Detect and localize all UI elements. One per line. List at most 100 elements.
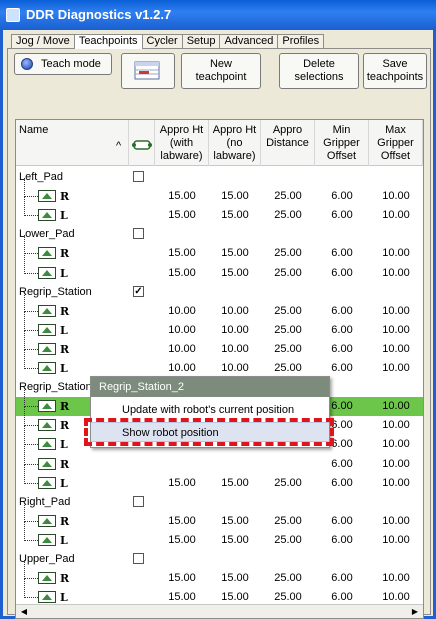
table-row[interactable]: R15.0015.0025.006.0010.00 bbox=[16, 502, 423, 531]
table-cell[interactable]: 10.00 bbox=[369, 302, 423, 321]
table-cell[interactable] bbox=[155, 455, 209, 474]
table-cell[interactable]: 10.00 bbox=[369, 569, 423, 588]
table-row[interactable]: L 15.00 15.00 25.00 6.00 10.00 bbox=[16, 464, 423, 493]
tab-advanced[interactable]: Advanced bbox=[219, 34, 279, 48]
table-row[interactable]: R 10.00 10.00 25.00 6.00 10.00 bbox=[16, 292, 423, 321]
group-row[interactable]: Left_Pad bbox=[16, 168, 423, 187]
table-row[interactable]: L 15.00 15.00 25.00 6.00 10.00 bbox=[16, 579, 423, 607]
table-row[interactable]: R15.0015.0025.006.0010.00 bbox=[16, 235, 423, 263]
tab-setup[interactable]: Setup bbox=[181, 34, 221, 48]
column-header-1[interactable] bbox=[129, 120, 155, 166]
group-row[interactable]: Right_Pad bbox=[16, 493, 423, 512]
table-view-button[interactable] bbox=[121, 53, 175, 89]
table-cell[interactable]: 15.00 bbox=[209, 531, 261, 550]
table-cell[interactable]: 6.00 bbox=[315, 588, 369, 607]
column-header-0[interactable]: Name ^ bbox=[16, 120, 129, 166]
table-cell[interactable]: 25.00 bbox=[261, 474, 315, 493]
group-row[interactable]: Lower_Pad bbox=[16, 225, 423, 244]
save-teachpoints-button[interactable]: Save teachpoints bbox=[363, 53, 427, 89]
table-cell[interactable]: 10.00 bbox=[369, 474, 423, 493]
table-cell[interactable]: 6.00 bbox=[315, 340, 369, 359]
table-row[interactable]: R15.0015.0025.006.0010.00 bbox=[16, 560, 423, 588]
table-cell[interactable] bbox=[261, 455, 315, 474]
table-cell[interactable]: 10.00 bbox=[369, 359, 423, 378]
group-row[interactable]: Upper_Pad bbox=[16, 550, 423, 569]
table-cell[interactable]: 15.00 bbox=[209, 244, 261, 263]
table-cell[interactable]: 10.00 bbox=[369, 416, 423, 435]
table-cell[interactable]: 15.00 bbox=[155, 187, 209, 206]
table-cell[interactable]: 10.00 bbox=[369, 435, 423, 454]
table-cell[interactable]: 6.00 bbox=[315, 187, 369, 206]
column-header-4[interactable]: Appro Distance bbox=[261, 120, 315, 166]
arrow-right-icon[interactable]: ▶ bbox=[409, 606, 421, 618]
table-cell[interactable]: 15.00 bbox=[209, 512, 261, 531]
teach-mode-button[interactable]: Teach mode bbox=[14, 53, 112, 75]
table-cell[interactable]: 10.00 bbox=[155, 302, 209, 321]
table-cell[interactable]: 25.00 bbox=[261, 340, 315, 359]
table-cell[interactable]: 10.00 bbox=[369, 321, 423, 340]
table-row[interactable]: L 15.00 15.00 25.00 6.00 10.00 bbox=[16, 197, 423, 225]
table-cell[interactable]: 15.00 bbox=[209, 264, 261, 283]
table-cell[interactable]: 6.00 bbox=[315, 244, 369, 263]
tab-profiles[interactable]: Profiles bbox=[277, 34, 325, 48]
table-cell[interactable]: 10.00 bbox=[369, 244, 423, 263]
column-header-5[interactable]: Min Gripper Offset bbox=[315, 120, 369, 166]
table-cell[interactable]: 6.00 bbox=[315, 512, 369, 531]
table-cell[interactable]: 25.00 bbox=[261, 264, 315, 283]
table-cell[interactable]: 15.00 bbox=[155, 474, 209, 493]
column-header-3[interactable]: Appro Ht (no labware) bbox=[209, 120, 261, 166]
tab-teachpoints[interactable]: Teachpoints bbox=[73, 34, 143, 49]
table-row[interactable]: R15.0015.0025.006.0010.00 bbox=[16, 178, 423, 206]
table-cell[interactable]: 15.00 bbox=[209, 206, 261, 225]
table-cell[interactable]: 15.00 bbox=[155, 569, 209, 588]
table-cell[interactable]: 6.00 bbox=[315, 569, 369, 588]
table-row[interactable]: R 10.00 10.00 25.00 6.00 10.00 bbox=[16, 330, 423, 359]
tab-cycler[interactable]: Cycler bbox=[141, 34, 183, 48]
group-row[interactable]: Regrip_Station ✓ bbox=[16, 283, 423, 302]
table-cell[interactable]: 15.00 bbox=[155, 264, 209, 283]
table-cell[interactable]: 15.00 bbox=[155, 588, 209, 607]
group-checkbox[interactable] bbox=[133, 228, 144, 240]
new-teachpoint-button[interactable]: New teachpoint bbox=[181, 53, 261, 89]
table-cell[interactable]: 10.00 bbox=[209, 340, 261, 359]
table-cell[interactable]: 15.00 bbox=[155, 512, 209, 531]
table-cell[interactable]: 15.00 bbox=[155, 206, 209, 225]
table-cell[interactable]: 15.00 bbox=[209, 569, 261, 588]
table-cell[interactable]: 6.00 bbox=[315, 455, 369, 474]
table-cell[interactable]: 25.00 bbox=[261, 206, 315, 225]
table-row[interactable]: L 15.00 15.00 25.00 6.00 10.00 bbox=[16, 254, 423, 283]
table-cell[interactable]: 10.00 bbox=[369, 397, 423, 416]
group-checkbox[interactable] bbox=[133, 553, 144, 564]
table-cell[interactable]: 6.00 bbox=[315, 531, 369, 550]
group-checkbox[interactable] bbox=[133, 495, 144, 507]
arrow-left-icon[interactable]: ◀ bbox=[18, 606, 30, 618]
table-cell[interactable]: 10.00 bbox=[155, 340, 209, 359]
table-cell[interactable]: 6.00 bbox=[315, 302, 369, 321]
table-cell[interactable]: 10.00 bbox=[369, 588, 423, 607]
table-cell[interactable]: 25.00 bbox=[261, 302, 315, 321]
table-cell[interactable]: 10.00 bbox=[369, 455, 423, 474]
update-position-menu-item[interactable]: Update with robot's current position bbox=[91, 400, 329, 420]
column-header-2[interactable]: Appro Ht (with labware) bbox=[155, 120, 209, 166]
table-cell[interactable]: 6.00 bbox=[315, 321, 369, 340]
table-cell[interactable]: 10.00 bbox=[369, 340, 423, 359]
table-cell[interactable]: 25.00 bbox=[261, 321, 315, 340]
table-cell[interactable]: 6.00 bbox=[315, 264, 369, 283]
table-row[interactable]: L 15.00 15.00 25.00 6.00 10.00 bbox=[16, 521, 423, 550]
table-cell[interactable]: 25.00 bbox=[261, 588, 315, 607]
group-checkbox[interactable]: ✓ bbox=[133, 285, 144, 297]
tab-jog-move[interactable]: Jog / Move bbox=[11, 34, 75, 48]
table-row[interactable]: R 6.00 10.00 bbox=[16, 445, 423, 474]
table-cell[interactable]: 10.00 bbox=[369, 512, 423, 531]
table-cell[interactable]: 10.00 bbox=[369, 206, 423, 225]
table-cell[interactable]: 15.00 bbox=[209, 588, 261, 607]
table-cell[interactable]: 15.00 bbox=[155, 244, 209, 263]
table-cell[interactable]: 15.00 bbox=[155, 531, 209, 550]
delete-selections-button[interactable]: Delete selections bbox=[279, 53, 359, 89]
table-cell[interactable]: 6.00 bbox=[315, 474, 369, 493]
table-cell[interactable]: 10.00 bbox=[155, 321, 209, 340]
table-cell[interactable]: 6.00 bbox=[315, 206, 369, 225]
table-cell[interactable]: 25.00 bbox=[261, 512, 315, 531]
table-cell[interactable] bbox=[209, 455, 261, 474]
table-cell[interactable]: 10.00 bbox=[369, 187, 423, 206]
